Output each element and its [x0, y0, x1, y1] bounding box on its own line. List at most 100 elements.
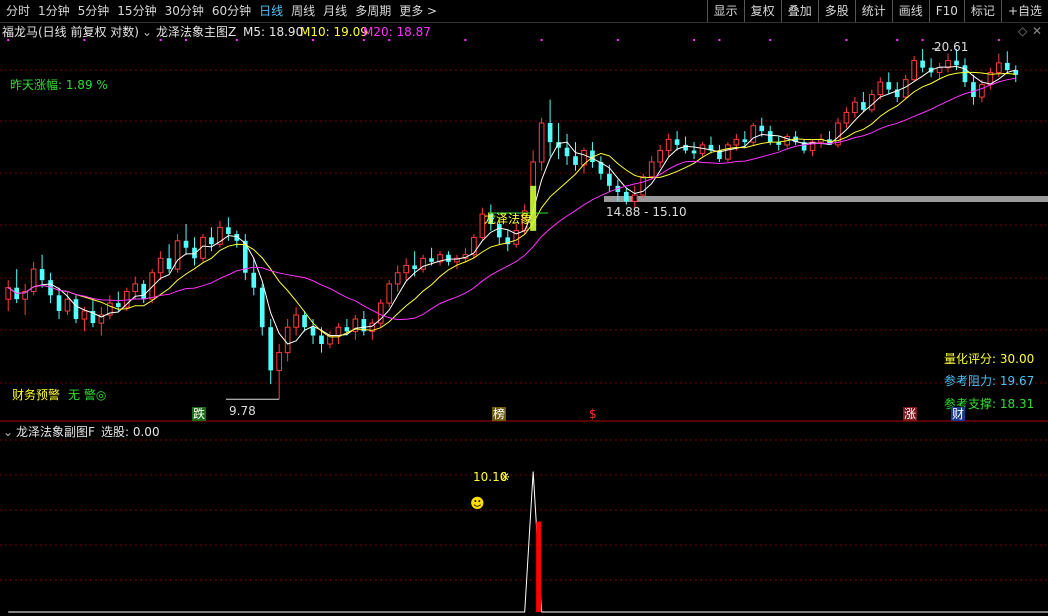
- candle-body-7: [64, 298, 71, 312]
- top-marker-9: [83, 39, 86, 41]
- smiley-icon: ☻: [470, 496, 485, 512]
- candle-body-20: [174, 240, 181, 270]
- tool-button-8[interactable]: +自选: [1000, 0, 1048, 22]
- top-marker-27: [235, 39, 238, 41]
- candle-body-52: [446, 254, 451, 262]
- tool-button-7[interactable]: 标记: [963, 0, 1001, 22]
- tab-timeframe-6[interactable]: 日线: [255, 0, 287, 22]
- tab-timeframe-2[interactable]: 5分钟: [74, 0, 114, 22]
- kline-chart[interactable]: [0, 0, 1048, 616]
- tool-button-3[interactable]: 多股: [817, 0, 855, 22]
- top-marker-84: [718, 39, 721, 41]
- no-warning-label: 无 警◎: [68, 388, 107, 402]
- ma20-value: M20: 18.87: [363, 25, 431, 39]
- candle-body-71: [607, 173, 612, 186]
- candle-body-74: [631, 194, 638, 202]
- candle-body-33: [284, 326, 291, 354]
- badge-rise[interactable]: 涨: [903, 407, 918, 421]
- sub-peak-mark: ※: [500, 470, 511, 484]
- candle-body-90: [767, 131, 773, 143]
- tab-timeframe-7[interactable]: 周线: [287, 0, 319, 22]
- diamond-icon[interactable]: ◇: [1018, 24, 1027, 38]
- sub-collapse-icon[interactable]: ⌄: [3, 425, 13, 439]
- close-icon[interactable]: ✕: [1032, 24, 1042, 38]
- tab-timeframe-3[interactable]: 15分钟: [113, 0, 160, 22]
- candle-body-31: [268, 327, 274, 371]
- candle-body-30: [259, 287, 265, 328]
- badge-dollar[interactable]: $: [589, 407, 597, 421]
- candle-body-4: [39, 269, 45, 281]
- top-marker-117: [997, 39, 1000, 41]
- candle-body-67: [573, 156, 578, 165]
- candle-body-37: [319, 335, 324, 344]
- candle-body-79: [674, 139, 680, 145]
- tool-buttons: 显示 复权 叠加 多股 统计 画线 F10 标记 +自选: [706, 0, 1048, 22]
- candle-body-50: [429, 258, 434, 262]
- candle-body-78: [665, 138, 672, 152]
- top-marker-72: [616, 39, 619, 41]
- candle-body-13: [115, 303, 121, 308]
- candle-body-110: [936, 67, 943, 73]
- tool-button-0[interactable]: 显示: [706, 0, 744, 22]
- candle-body-48: [412, 265, 417, 270]
- main-indicator-name[interactable]: 龙泽法象主图Z: [156, 25, 236, 39]
- tab-timeframe-8[interactable]: 月线: [319, 0, 351, 22]
- candle-body-15: [132, 283, 139, 292]
- candle-body-86: [733, 138, 740, 146]
- candle-body-40: [344, 327, 350, 332]
- candle-body-103: [877, 81, 884, 96]
- tool-button-4[interactable]: 统计: [854, 0, 892, 22]
- tool-button-2[interactable]: 叠加: [780, 0, 818, 22]
- candle-body-45: [386, 283, 393, 304]
- tab-timeframe-0[interactable]: 分时: [2, 0, 34, 22]
- indicator-collapse-icon[interactable]: ⌄: [142, 25, 152, 39]
- sub-indicator-name[interactable]: 龙泽法象副图F: [16, 425, 95, 439]
- ma5-value: M5: 18.90: [243, 25, 304, 39]
- candle-body-85: [725, 144, 731, 160]
- tab-timeframe-10[interactable]: 更多 >: [395, 0, 441, 22]
- candle-body-19: [166, 258, 172, 270]
- sub-signal-bar: [536, 521, 542, 612]
- top-marker-108: [921, 39, 924, 41]
- badge-drop[interactable]: 跌: [192, 407, 207, 421]
- candle-body-76: [648, 161, 655, 178]
- badge-rank[interactable]: 榜: [492, 407, 507, 421]
- candle-body-77: [657, 150, 663, 163]
- candle-body-0: [5, 287, 12, 300]
- tool-button-5[interactable]: 画线: [891, 0, 929, 22]
- candle-body-21: [183, 240, 189, 248]
- high-price-label: 20.61: [934, 40, 969, 54]
- top-marker-36: [312, 39, 315, 41]
- candle-body-18: [157, 257, 164, 274]
- candle-body-46: [394, 272, 401, 285]
- candle-body-107: [911, 60, 917, 81]
- candle-body-34: [293, 314, 299, 328]
- top-marker-90: [769, 39, 772, 41]
- tab-timeframe-5[interactable]: 60分钟: [208, 0, 255, 22]
- candle-body-26: [226, 227, 231, 234]
- candle-body-39: [335, 326, 342, 337]
- tab-timeframe-9[interactable]: 多周期: [351, 0, 395, 22]
- top-marker-54: [464, 39, 467, 41]
- candle-body-24: [209, 237, 214, 245]
- candle-body-63: [538, 122, 545, 163]
- badge-fin[interactable]: 财: [951, 407, 966, 421]
- timeframe-tabs: 分时 1分钟 5分钟 15分钟 30分钟 60分钟 日线 周线 月线 多周期 更多 >: [0, 0, 441, 22]
- candle-body-112: [954, 60, 959, 66]
- candle-body-114: [971, 82, 976, 98]
- candle-body-17: [149, 272, 155, 300]
- tool-button-6[interactable]: F10: [928, 0, 964, 22]
- candle-body-115: [979, 84, 985, 98]
- tab-timeframe-1[interactable]: 1分钟: [34, 0, 74, 22]
- yesterday-change: 昨天涨幅: 1.89 %: [10, 78, 108, 92]
- tab-timeframe-4[interactable]: 30分钟: [161, 0, 208, 22]
- tool-button-1[interactable]: 复权: [743, 0, 781, 22]
- candle-body-113: [962, 65, 968, 83]
- range-label: 14.88 - 15.10: [606, 205, 687, 219]
- candle-body-102: [869, 94, 875, 111]
- candle-body-101: [861, 102, 866, 110]
- candle-body-118: [1004, 62, 1010, 71]
- candle-body-47: [403, 264, 409, 274]
- stock-title: 福龙马(日线 前复权 对数): [2, 25, 139, 39]
- candle-body-29: [251, 272, 257, 288]
